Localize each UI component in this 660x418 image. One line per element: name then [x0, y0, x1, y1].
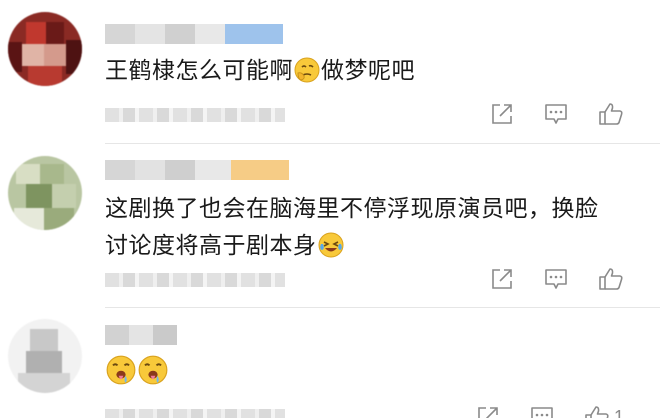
comment-meta	[105, 409, 285, 418]
like-count: 1	[613, 406, 624, 418]
comment-item: 王鹤棣怎么可能啊 做梦呢吧	[0, 0, 660, 150]
comment-list: 王鹤棣怎么可能啊 做梦呢吧 这剧换了也会在脑海里不停浮现原演员吧，换脸 讨论度将…	[0, 0, 660, 418]
comment-text-part: 做梦呢吧	[321, 58, 415, 84]
comment-icon[interactable]	[530, 405, 554, 418]
comment-item: 这剧换了也会在脑海里不停浮现原演员吧，换脸 讨论度将高于剧本身	[0, 150, 660, 313]
thumbs-up-icon[interactable]	[598, 267, 624, 291]
avatar[interactable]	[8, 156, 82, 230]
share-icon[interactable]	[490, 267, 514, 291]
thumbs-up-icon[interactable]	[584, 405, 610, 418]
comment-text	[105, 355, 169, 392]
like-group[interactable]: 1	[584, 405, 624, 418]
share-icon[interactable]	[476, 405, 500, 418]
comment-meta	[105, 273, 285, 287]
comment-actions	[490, 102, 624, 126]
comment-text-part: 讨论度将高于剧本身	[105, 233, 317, 259]
comment-item: 1	[0, 313, 660, 418]
comment-icon[interactable]	[544, 267, 568, 291]
comment-text-part: 王鹤棣怎么可能啊	[105, 58, 293, 84]
thinking-emoji-icon	[294, 57, 320, 83]
drooling-emoji-icon	[106, 355, 136, 385]
avatar[interactable]	[8, 319, 82, 393]
comment-text: 王鹤棣怎么可能啊 做梦呢吧	[105, 53, 415, 90]
comment-text: 这剧换了也会在脑海里不停浮现原演员吧，换脸 讨论度将高于剧本身	[105, 191, 599, 265]
comment-meta	[105, 108, 285, 122]
thumbs-up-icon[interactable]	[598, 102, 624, 126]
comment-text-line: 这剧换了也会在脑海里不停浮现原演员吧，换脸	[105, 196, 599, 222]
comment-icon[interactable]	[544, 102, 568, 126]
username[interactable]	[105, 325, 177, 345]
drooling-emoji-icon	[138, 355, 168, 385]
comment-text-line: 讨论度将高于剧本身	[105, 228, 599, 265]
avatar[interactable]	[8, 12, 82, 86]
divider	[105, 307, 660, 308]
divider	[105, 143, 660, 144]
share-icon[interactable]	[490, 102, 514, 126]
username[interactable]	[105, 24, 283, 44]
username[interactable]	[105, 160, 289, 180]
laughing-crying-emoji-icon	[318, 232, 343, 258]
comment-actions	[490, 267, 624, 291]
comment-actions: 1	[476, 405, 624, 418]
